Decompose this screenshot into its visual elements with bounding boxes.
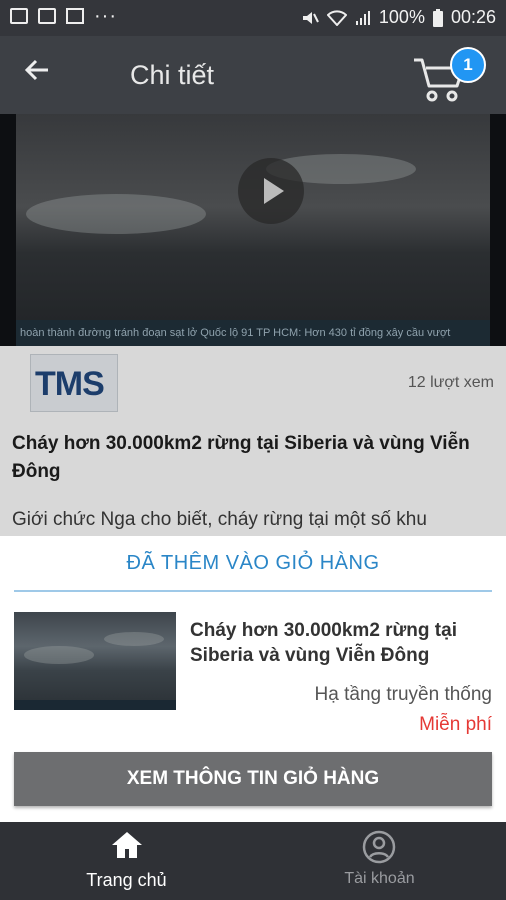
- article-body: Giới chức Nga cho biết, cháy rừng tại mộ…: [12, 509, 427, 530]
- mute-icon: [302, 11, 319, 24]
- page-title: Chi tiết: [130, 60, 215, 90]
- thumbnail-ticker: [14, 700, 176, 710]
- smoke-cloud: [104, 632, 164, 646]
- article-title: Cháy hơn 30.000km2 rừng tại Siberia và v…: [12, 433, 470, 482]
- cart-count-badge: 1: [450, 47, 486, 83]
- view-count: 12 lượt xem: [407, 374, 494, 391]
- status-bar: ··· 100% 00:26: [0, 0, 506, 36]
- notification-icons: ···: [10, 5, 117, 27]
- gallery-icon: [10, 8, 28, 24]
- divider: [14, 590, 492, 592]
- signal-icon: [355, 10, 370, 25]
- channel-logo: TMS: [30, 354, 118, 412]
- more-notifications-icon: ···: [94, 5, 117, 27]
- added-to-cart-sheet: ĐÃ THÊM VÀO GIỎ HÀNG Cháy hơn 30.000km2 …: [0, 536, 506, 822]
- sheet-heading: ĐÃ THÊM VÀO GIỎ HÀNG: [126, 552, 380, 574]
- video-frame: hoàn thành đường tránh đoạn sạt lở Quốc …: [16, 114, 490, 346]
- item-category: Hạ tầng truyền thống: [314, 684, 492, 705]
- app-bar: Chi tiết 1: [0, 36, 506, 114]
- item-price: Miễn phí: [419, 714, 492, 735]
- channel-logo-text: TMS: [35, 365, 105, 403]
- home-icon: [112, 832, 142, 858]
- clock: 00:26: [450, 7, 496, 27]
- item-thumbnail: [14, 612, 176, 710]
- news-ticker: hoàn thành đường tránh đoạn sạt lở Quốc …: [16, 320, 490, 346]
- system-icons: 100% 00:26: [301, 7, 496, 28]
- back-arrow-icon[interactable]: [22, 54, 52, 94]
- battery-icon: [432, 8, 443, 27]
- tab-account[interactable]: Tài khoản: [253, 822, 506, 900]
- smoke-cloud: [26, 194, 206, 234]
- article: TMS 12 lượt xem Cháy hơn 30.000km2 rừng …: [0, 346, 506, 536]
- wifi-icon: [326, 9, 347, 26]
- account-icon: [362, 830, 396, 864]
- item-title: Cháy hơn 30.000km2 rừng tại Siberia và v…: [190, 620, 457, 666]
- smoke-cloud: [24, 646, 94, 664]
- tab-home-label: Trang chủ: [86, 870, 167, 890]
- play-button[interactable]: [238, 158, 304, 224]
- battery-percent: 100%: [378, 7, 425, 27]
- view-cart-button[interactable]: XEM THÔNG TIN GIỎ HÀNG: [14, 752, 492, 806]
- tab-account-label: Tài khoản: [344, 870, 415, 887]
- mail-icon: [38, 8, 56, 24]
- video-player[interactable]: hoàn thành đường tránh đoạn sạt lở Quốc …: [0, 114, 506, 346]
- bottom-nav: Trang chủ Tài khoản: [0, 822, 506, 900]
- tab-home[interactable]: Trang chủ: [0, 822, 253, 900]
- cast-icon: [66, 8, 84, 24]
